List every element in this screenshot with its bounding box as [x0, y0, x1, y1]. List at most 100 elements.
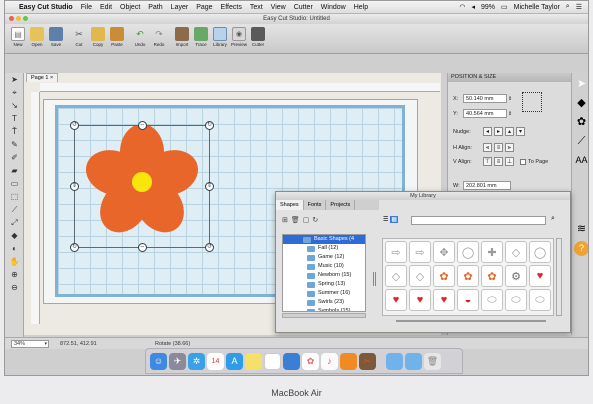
grid-scrollbar[interactable] — [556, 238, 562, 316]
shape-thumbnail[interactable]: ◒ — [457, 289, 479, 311]
align-bottom-icon[interactable]: ⊥ — [505, 157, 514, 166]
pan-icon[interactable]: ✋ — [7, 256, 22, 268]
shape-thumbnail[interactable]: ⬭ — [481, 289, 503, 311]
open-button[interactable]: Open — [28, 24, 46, 47]
select-arrow-icon[interactable]: ➤ — [7, 74, 22, 86]
thumbnail-size-slider[interactable] — [396, 320, 546, 322]
import-button[interactable]: Import — [173, 24, 191, 47]
color-palette-icon[interactable]: ✿ — [574, 115, 588, 130]
rotate-handle-bl[interactable]: ↻ — [70, 243, 79, 252]
shape-thumbnail[interactable]: ⚙ — [505, 265, 527, 287]
category-item[interactable]: Basic Shapes (4 — [283, 235, 365, 244]
menu-object[interactable]: Object — [120, 4, 140, 11]
direct-select-icon[interactable]: ↘ — [7, 100, 22, 112]
undo-button[interactable]: ↶ Undo — [131, 24, 149, 48]
menu-page[interactable]: Page — [196, 4, 212, 11]
easy-cut-studio-icon[interactable]: ✂ — [359, 352, 376, 370]
documents-folder-icon[interactable] — [405, 352, 422, 370]
magic-wand-icon[interactable]: ⟋ — [574, 134, 588, 149]
tree-scrollbar[interactable] — [282, 313, 366, 318]
minimize-window-icon[interactable] — [16, 16, 21, 21]
shape-thumbnail[interactable]: ✿ — [457, 265, 479, 287]
nudge-down-icon[interactable]: ▾ — [516, 127, 525, 136]
preview-button[interactable]: ◉ Preview — [230, 24, 248, 47]
notes-icon[interactable] — [264, 352, 281, 370]
shape-thumbnail[interactable]: ✿ — [433, 265, 455, 287]
nudge-right-icon[interactable]: ▸ — [494, 127, 503, 136]
y-stepper-icon[interactable]: ⇕ — [508, 111, 512, 117]
photos-icon[interactable]: ✿ — [302, 352, 319, 370]
align-center-h-icon[interactable]: ≡ — [494, 143, 503, 152]
launchpad-icon[interactable]: ✈ — [169, 352, 186, 370]
menu-help[interactable]: Help — [354, 4, 368, 11]
grid-view-icon[interactable]: ▦ — [390, 216, 399, 223]
menu-file[interactable]: File — [81, 4, 92, 11]
rotate-handle-tr[interactable]: ↻ — [205, 121, 214, 130]
trace-button[interactable]: Trace — [192, 24, 210, 47]
text-tool-icon[interactable]: T — [7, 113, 22, 125]
fill-panel-icon[interactable]: ◆ — [574, 96, 588, 111]
cut-button[interactable]: ✂ Cut — [70, 24, 88, 48]
zoom-out-icon[interactable]: ⊖ — [7, 282, 22, 294]
x-field[interactable]: 50.140 mm — [463, 94, 507, 103]
search-icon[interactable]: ⌕ — [566, 3, 570, 11]
close-window-icon[interactable] — [9, 16, 14, 21]
splitter-handle[interactable] — [373, 272, 376, 286]
shape-thumbnail[interactable]: ⬭ — [529, 289, 551, 311]
shape-thumbnail[interactable]: ◇ — [505, 241, 527, 263]
category-item[interactable]: Summer (16) — [283, 289, 365, 298]
align-left-icon[interactable]: ⫷ — [483, 143, 492, 152]
nudge-up-icon[interactable]: ▴ — [505, 127, 514, 136]
shape-tool-icon[interactable]: ⬚ — [7, 191, 22, 203]
shape-thumbnail[interactable]: ♥ — [385, 289, 407, 311]
shape-thumbnail[interactable]: ✚ — [481, 241, 503, 263]
shape-thumbnail[interactable]: ◇ — [409, 265, 431, 287]
help-icon[interactable]: ? — [574, 241, 588, 256]
align-top-icon[interactable]: ⊤ — [483, 157, 492, 166]
tab-close-icon[interactable]: × — [50, 75, 53, 81]
paste-button[interactable]: Paste — [108, 24, 126, 47]
redo-button[interactable]: ↷ Redo — [150, 24, 168, 48]
tab-projects[interactable]: Projects — [326, 200, 356, 210]
category-item[interactable]: Newborn (15) — [283, 271, 365, 280]
shape-thumbnail[interactable]: ♥ — [433, 289, 455, 311]
shape-thumbnail[interactable]: ⇨ — [385, 241, 407, 263]
category-item[interactable]: Symbols (15) — [283, 307, 365, 311]
skew-handle-left[interactable]: ⇕ — [70, 182, 79, 191]
new-item-icon[interactable]: ▢ — [303, 216, 310, 224]
finder-icon[interactable]: ☺ — [150, 352, 167, 370]
delete-icon[interactable]: 🗑 — [291, 216, 300, 224]
tab-shapes[interactable]: Shapes — [276, 200, 304, 210]
menu-edit[interactable]: Edit — [100, 4, 112, 11]
shape-thumbnail[interactable]: ◯ — [529, 241, 551, 263]
menu-cutter[interactable]: Cutter — [294, 4, 313, 11]
library-search-field[interactable] — [411, 216, 546, 225]
zoom-in-icon[interactable]: ⊕ — [7, 269, 22, 281]
app-store-icon[interactable]: A — [226, 352, 243, 370]
menu-text[interactable]: Text — [250, 4, 263, 11]
add-folder-icon[interactable]: ⊞ — [282, 216, 288, 224]
wifi-icon[interactable]: ◠ — [459, 3, 465, 11]
zoom-select[interactable]: 34% ▾ — [11, 340, 49, 348]
menu-effects[interactable]: Effects — [221, 4, 242, 11]
nudge-left-icon[interactable]: ◂ — [483, 127, 492, 136]
calendar-icon[interactable]: 14 — [207, 352, 224, 370]
shape-thumbnail[interactable]: ✥ — [433, 241, 455, 263]
battery-percent[interactable]: 99% — [481, 4, 495, 11]
cutter-button[interactable]: Cutter — [249, 24, 267, 47]
skew-handle-bottom[interactable]: ⇔ — [138, 243, 147, 252]
shape-thumbnail[interactable]: ◯ — [457, 241, 479, 263]
align-right-icon[interactable]: ⫸ — [505, 143, 514, 152]
category-item[interactable]: Game (12) — [283, 253, 365, 262]
node-edit-icon[interactable]: ⌖ — [7, 87, 22, 99]
new-button[interactable]: ▤ New — [9, 24, 27, 47]
menu-window[interactable]: Window — [321, 4, 346, 11]
menu-path[interactable]: Path — [148, 4, 162, 11]
x-stepper-icon[interactable]: ⇕ — [508, 96, 512, 102]
menu-list-icon[interactable]: ☰ — [576, 3, 582, 11]
brush-icon[interactable]: ✐ — [7, 152, 22, 164]
rotate-handle-tl[interactable]: ↺ — [70, 121, 79, 130]
copy-button[interactable]: Copy — [89, 24, 107, 47]
select-panel-icon[interactable]: ➤ — [574, 77, 588, 92]
downloads-folder-icon[interactable] — [386, 352, 403, 370]
